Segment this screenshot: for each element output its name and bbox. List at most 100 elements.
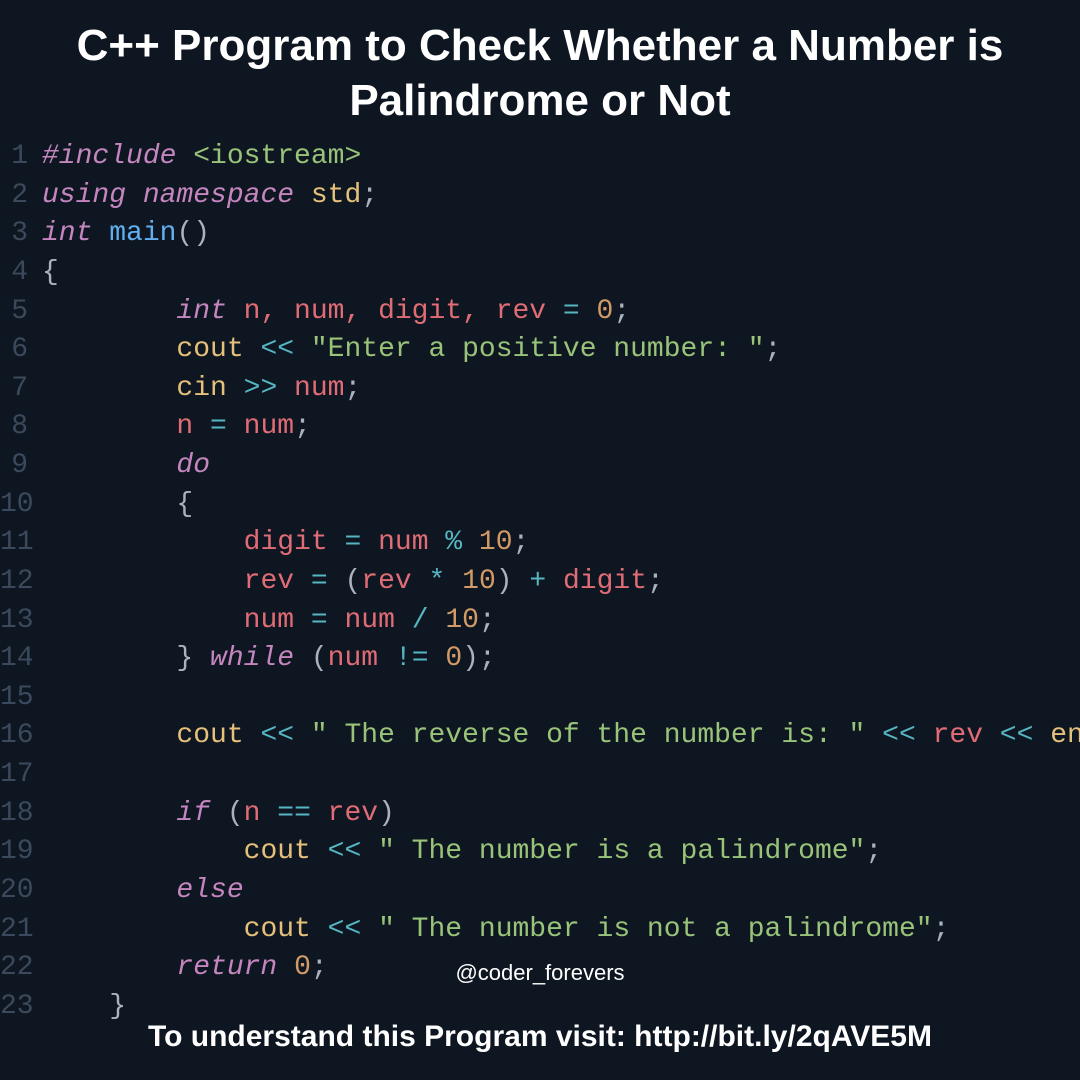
- operator: =: [311, 605, 328, 636]
- operator: <<: [882, 720, 916, 751]
- space: [328, 566, 345, 597]
- code-line: 3int main(): [0, 215, 1080, 254]
- keyword: do: [176, 450, 210, 481]
- line-number: 2: [0, 177, 42, 216]
- identifier: cout: [244, 914, 328, 945]
- punct: ;: [513, 527, 530, 558]
- identifier: num: [227, 411, 294, 442]
- line-number: 17: [0, 756, 42, 795]
- operator: +: [529, 566, 546, 597]
- type: int: [176, 296, 226, 327]
- punct: ;: [479, 643, 496, 674]
- identifier: n, num, digit, rev: [227, 296, 563, 327]
- line-number: 16: [0, 717, 42, 756]
- code-line: 2using namespace std;: [0, 177, 1080, 216]
- operator: =: [311, 566, 328, 597]
- space: [294, 334, 311, 365]
- indent: [42, 296, 176, 327]
- indent: [42, 605, 244, 636]
- code-line: 20 else: [0, 872, 1080, 911]
- line-number: 6: [0, 331, 42, 370]
- identifier: cout: [176, 334, 260, 365]
- number: 0: [597, 296, 614, 327]
- punct: ): [462, 643, 479, 674]
- operator: =: [210, 411, 227, 442]
- code-line: 15: [0, 679, 1080, 718]
- space: [429, 605, 446, 636]
- code-line: 5 int n, num, digit, rev = 0;: [0, 293, 1080, 332]
- identifier: rev: [361, 566, 428, 597]
- line-number: 19: [0, 833, 42, 872]
- identifier: num: [361, 527, 445, 558]
- punct: ;: [613, 296, 630, 327]
- identifier: std: [294, 180, 361, 211]
- operator: >>: [244, 373, 278, 404]
- operator: !=: [395, 643, 429, 674]
- punct: (: [311, 643, 328, 674]
- space: [429, 643, 446, 674]
- space: [210, 798, 227, 829]
- string: " The number is a palindrome": [378, 836, 865, 867]
- indent: [42, 450, 176, 481]
- line-number: 7: [0, 370, 42, 409]
- punct: ;: [765, 334, 782, 365]
- punct: ;: [865, 836, 882, 867]
- code-block: 1#include <iostream> 2using namespace st…: [0, 138, 1080, 1026]
- code-line: 17: [0, 756, 1080, 795]
- code-line: 18 if (n == rev): [0, 795, 1080, 834]
- space: [462, 527, 479, 558]
- space: [513, 566, 530, 597]
- operator: ==: [277, 798, 311, 829]
- identifier: cin: [176, 373, 243, 404]
- punct: ): [378, 798, 395, 829]
- space: [294, 720, 311, 751]
- code-line: 21 cout << " The number is not a palindr…: [0, 911, 1080, 950]
- line-number: 9: [0, 447, 42, 486]
- line-number: 14: [0, 640, 42, 679]
- code-line: 6 cout << "Enter a positive number: ";: [0, 331, 1080, 370]
- indent: [42, 527, 244, 558]
- identifier: digit: [546, 566, 647, 597]
- operator: <<: [1000, 720, 1034, 751]
- author-handle: @coder_forevers: [0, 960, 1080, 986]
- identifier: rev: [311, 798, 378, 829]
- operator: <<: [328, 836, 362, 867]
- line-number: 10: [0, 486, 42, 525]
- operator: =: [344, 527, 361, 558]
- line-number: 8: [0, 408, 42, 447]
- punct: (: [227, 798, 244, 829]
- line-number: 5: [0, 293, 42, 332]
- function: main: [92, 218, 176, 249]
- indent: [42, 720, 176, 751]
- header-name: <iostream>: [176, 141, 361, 172]
- identifier: endl: [1033, 720, 1080, 751]
- line-number: 20: [0, 872, 42, 911]
- punct: {: [176, 489, 193, 520]
- string: " The reverse of the number is: ": [311, 720, 866, 751]
- indent: [42, 798, 176, 829]
- identifier: num: [328, 605, 412, 636]
- identifier: num: [244, 605, 311, 636]
- number: 10: [462, 566, 496, 597]
- operator: %: [445, 527, 462, 558]
- operator: =: [563, 296, 580, 327]
- indent: [42, 836, 244, 867]
- indent: [42, 643, 176, 674]
- operator: <<: [260, 334, 294, 365]
- code-line: 9 do: [0, 447, 1080, 486]
- indent: [42, 373, 176, 404]
- space: [445, 566, 462, 597]
- code-line: 11 digit = num % 10;: [0, 524, 1080, 563]
- code-line: 13 num = num / 10;: [0, 602, 1080, 641]
- space: [580, 296, 597, 327]
- number: 10: [445, 605, 479, 636]
- indent: [42, 411, 176, 442]
- space: [294, 643, 311, 674]
- keyword: using: [42, 180, 126, 211]
- string: " The number is not a palindrome": [378, 914, 933, 945]
- line-number: 1: [0, 138, 42, 177]
- space: [361, 836, 378, 867]
- indent: [42, 334, 176, 365]
- punct: ;: [361, 180, 378, 211]
- line-number: 3: [0, 215, 42, 254]
